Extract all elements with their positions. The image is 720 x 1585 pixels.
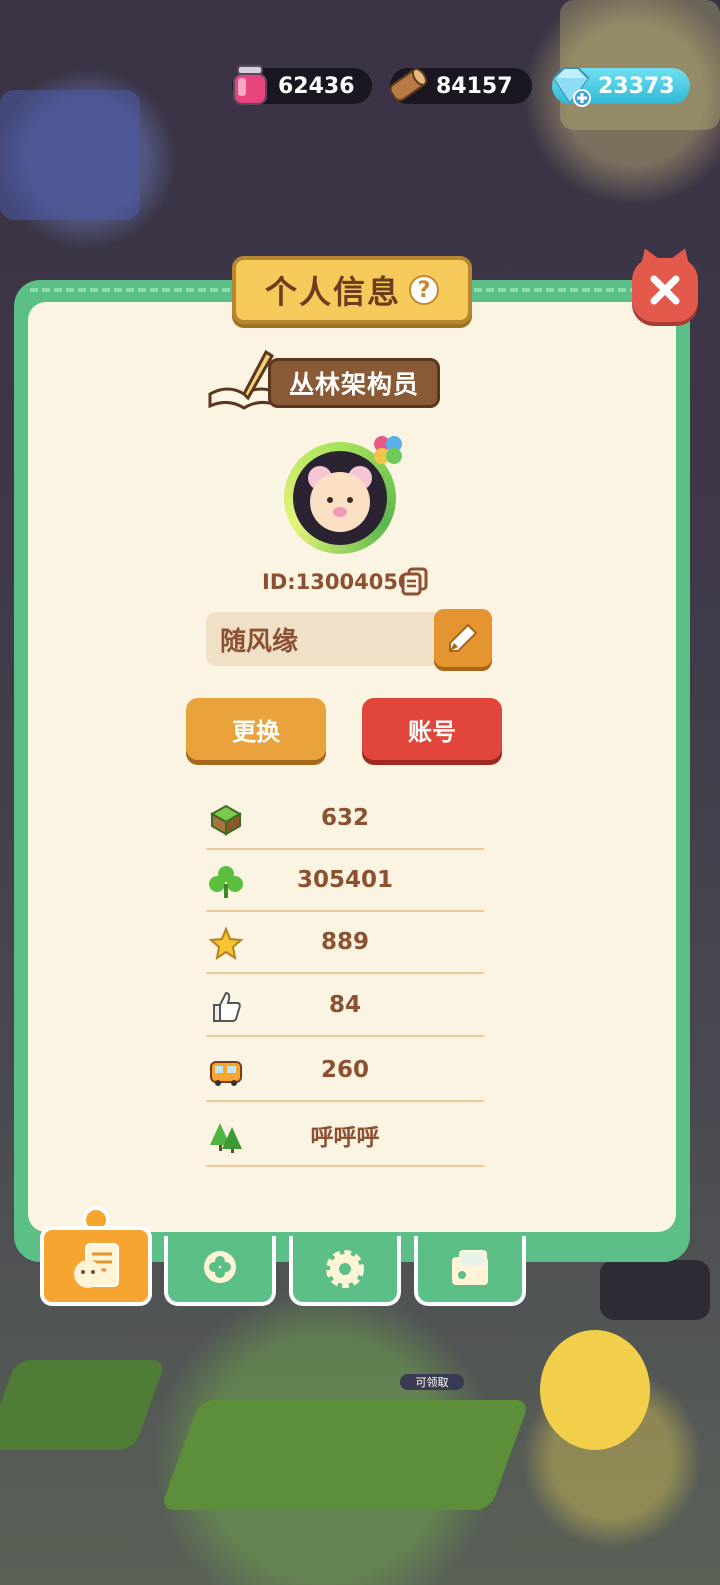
world-flower-bed [0, 90, 140, 220]
close-button[interactable] [632, 258, 698, 322]
panel-title: 个人信息 [264, 273, 401, 311]
rank-title: 丛林架构员 [288, 370, 419, 399]
player-id: ID:13004050 [262, 570, 413, 594]
pencil-icon [449, 623, 478, 652]
copy-icon[interactable] [400, 566, 430, 596]
panel-title-plaque: 个人信息 ? [232, 256, 472, 324]
stat-row-likes: 84 [206, 975, 484, 1037]
stat-row-star: 889 [206, 912, 484, 974]
world-lawn [159, 1400, 531, 1510]
stat-row-clover: 305401 [206, 850, 484, 912]
bus-icon [210, 1061, 242, 1086]
diamond-icon [552, 67, 591, 107]
gear-icon [326, 1250, 364, 1288]
ink-value: 62436 [278, 73, 355, 99]
avatar[interactable] [276, 430, 416, 560]
help-icon[interactable]: ? [409, 275, 439, 305]
stat-value: 305401 [296, 867, 394, 893]
clover-badge-icon [204, 1251, 236, 1283]
stat-value: 889 [320, 929, 369, 955]
trees-icon [210, 1123, 242, 1153]
edit-name-button[interactable] [434, 609, 492, 667]
ink-resource[interactable]: 62436 [232, 65, 372, 105]
stat-row-land: 632 [206, 788, 484, 850]
tab-album[interactable] [414, 1236, 526, 1306]
gem-resource[interactable]: 23373 [552, 67, 690, 107]
world-duck-building[interactable] [540, 1330, 650, 1450]
wood-log-icon [389, 68, 428, 102]
world-lawn-left [0, 1360, 167, 1450]
wood-resource[interactable]: 84157 [389, 68, 532, 104]
stat-row-forest: 呼呼呼 [206, 1105, 484, 1167]
thumbs-up-icon [213, 991, 241, 1022]
tab-badges[interactable] [164, 1236, 276, 1306]
player-name-field[interactable]: 随风缘 [206, 612, 442, 666]
change-avatar-button[interactable]: 更换 [186, 698, 326, 760]
wood-value: 84157 [436, 73, 513, 99]
star-icon [208, 926, 244, 961]
tab-settings[interactable] [289, 1236, 401, 1306]
stat-value: 呼呼呼 [310, 1125, 380, 1151]
world-shop [600, 1260, 710, 1320]
profile-card-icon [74, 1243, 119, 1288]
stat-row-bus: 260 [206, 1040, 484, 1102]
account-button[interactable]: 账号 [362, 698, 502, 760]
photo-folder-icon [452, 1250, 488, 1285]
ink-bottle-icon [233, 65, 267, 105]
claim-label[interactable]: 可领取 [400, 1374, 464, 1390]
tab-profile[interactable] [40, 1226, 152, 1306]
clover-icon [209, 866, 243, 898]
stat-value: 84 [328, 992, 361, 1018]
stat-value: 632 [320, 805, 369, 831]
clover-decoration-icon [374, 436, 402, 464]
close-icon [650, 275, 680, 305]
bear-avatar-icon [308, 466, 372, 532]
grass-block-icon [209, 804, 243, 836]
stat-value: 260 [320, 1057, 369, 1083]
gem-value: 23373 [598, 73, 675, 99]
rank-banner: 丛林架构员 [268, 358, 440, 408]
